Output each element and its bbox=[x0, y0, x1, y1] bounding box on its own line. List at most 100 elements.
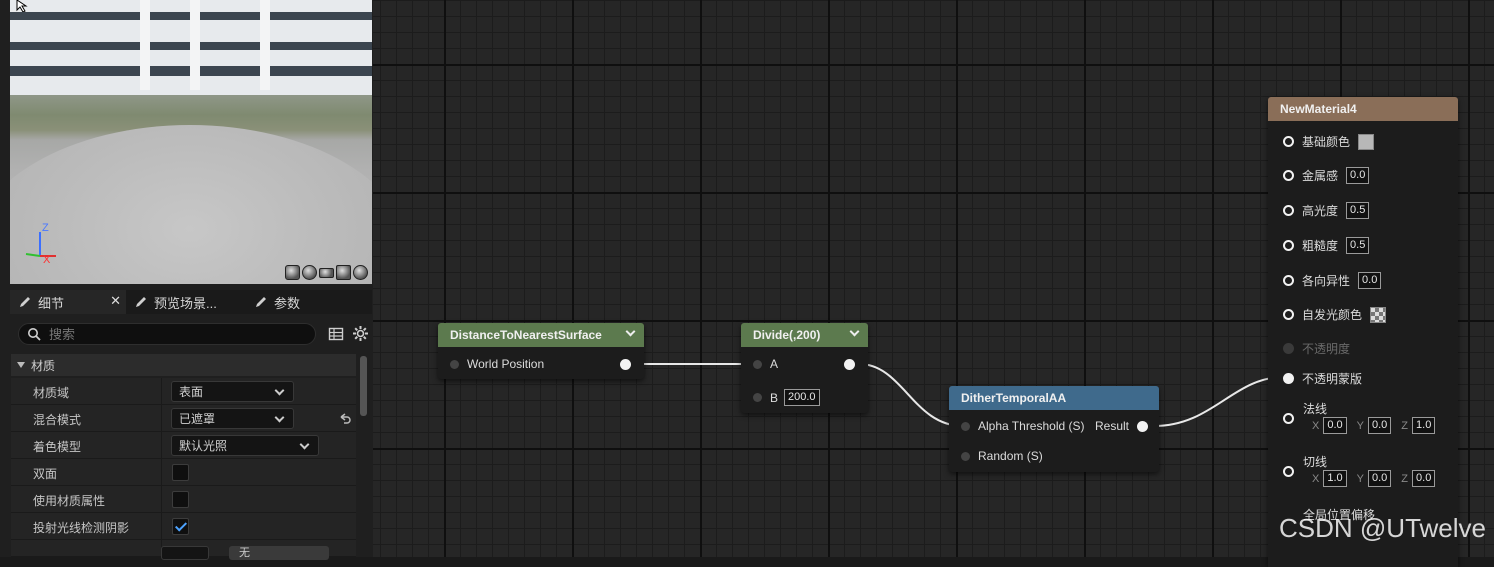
chevron-down-icon bbox=[274, 412, 285, 423]
plane-shape-icon[interactable] bbox=[319, 268, 334, 278]
node-distance-to-nearest-surface[interactable]: DistanceToNearestSurface World Position bbox=[438, 323, 644, 379]
pin-opacity-mask[interactable]: 不透明蒙版 bbox=[1283, 370, 1362, 387]
reset-to-default-icon[interactable] bbox=[338, 412, 352, 426]
pin-a[interactable]: A bbox=[753, 357, 778, 371]
pin-result[interactable]: Result bbox=[1095, 419, 1149, 433]
tab-details[interactable]: 细节 ✕ bbox=[10, 290, 126, 314]
node-material-result[interactable]: NewMaterial4 基础颜色 金属感 0.0 高光度 0.5 粗糙度 0.… bbox=[1268, 97, 1458, 567]
input-pin-icon[interactable] bbox=[1283, 170, 1294, 181]
property-label: 材质域 bbox=[33, 386, 70, 400]
axis-z-label: Z bbox=[1401, 472, 1409, 485]
pin-label: 各向异性 bbox=[1302, 274, 1351, 288]
input-pin-icon[interactable] bbox=[961, 421, 970, 431]
chevron-down-icon bbox=[299, 439, 310, 450]
base-color-swatch[interactable] bbox=[1358, 133, 1375, 150]
tangent-input-pin-icon[interactable] bbox=[1283, 466, 1294, 477]
table-view-icon[interactable] bbox=[328, 326, 344, 342]
roughness-value-field[interactable]: 0.5 bbox=[1346, 237, 1370, 254]
cast-ray-traced-shadows-checkbox[interactable] bbox=[172, 518, 189, 535]
input-pin-icon[interactable] bbox=[1283, 275, 1294, 286]
use-material-attributes-checkbox[interactable] bbox=[172, 491, 189, 508]
normal-y-field[interactable]: 0.0 bbox=[1367, 417, 1392, 434]
specular-value-field[interactable]: 0.5 bbox=[1346, 202, 1370, 219]
node-dither-temporal-aa[interactable]: DitherTemporalAA Alpha Threshold (S) Res… bbox=[949, 386, 1159, 472]
axis-z-label: Z bbox=[1401, 419, 1409, 432]
emissive-color-swatch[interactable] bbox=[1370, 306, 1387, 323]
scrollbar[interactable] bbox=[360, 356, 367, 416]
input-pin-icon[interactable] bbox=[450, 359, 459, 369]
output-pin-icon[interactable] bbox=[1137, 420, 1149, 432]
sphere-shape-icon[interactable] bbox=[302, 265, 317, 280]
pin-b[interactable]: B 200.0 bbox=[753, 389, 820, 406]
pin-label: Random (S) bbox=[978, 449, 1043, 463]
node-divide[interactable]: Divide(,200) A B 200.0 bbox=[741, 323, 868, 413]
teapot-shape-icon[interactable] bbox=[353, 265, 368, 280]
partial-dropdown[interactable]: 无 bbox=[229, 546, 329, 560]
pin-label: 切线 bbox=[1303, 455, 1328, 469]
collapse-triangle-icon bbox=[17, 362, 25, 368]
shading-model-dropdown[interactable]: 默认光照 bbox=[171, 435, 319, 456]
cylinder-shape-icon[interactable] bbox=[285, 265, 300, 280]
axis-y-label: Y bbox=[1356, 472, 1364, 485]
pin-specular[interactable]: 高光度 0.5 bbox=[1283, 202, 1370, 219]
material-domain-dropdown[interactable]: 表面 bbox=[171, 381, 294, 402]
pin-anisotropy[interactable]: 各向异性 0.0 bbox=[1283, 272, 1382, 289]
close-icon[interactable]: ✕ bbox=[110, 293, 121, 309]
pin-roughness[interactable]: 粗糙度 0.5 bbox=[1283, 237, 1370, 254]
material-graph-canvas[interactable]: DistanceToNearestSurface World Position … bbox=[373, 0, 1494, 567]
tab-parameters[interactable]: 参数 bbox=[254, 290, 344, 314]
search-input[interactable] bbox=[47, 325, 297, 343]
pin-label: 金属感 bbox=[1302, 169, 1339, 183]
pin-metallic[interactable]: 金属感 0.0 bbox=[1283, 167, 1370, 184]
input-pin-icon[interactable] bbox=[753, 393, 762, 402]
output-pin-icon[interactable] bbox=[844, 359, 855, 370]
anisotropy-value-field[interactable]: 0.0 bbox=[1358, 272, 1382, 289]
pin-emissive-color[interactable]: 自发光颜色 bbox=[1283, 306, 1387, 323]
node-header: Divide(,200) bbox=[741, 323, 868, 347]
settings-gear-icon[interactable] bbox=[352, 325, 369, 342]
dropdown-value: 已遮罩 bbox=[179, 412, 216, 426]
chevron-down-icon[interactable] bbox=[625, 326, 636, 337]
chevron-down-icon[interactable] bbox=[849, 326, 860, 337]
search-icon bbox=[28, 328, 41, 341]
input-pin-icon[interactable] bbox=[1283, 136, 1294, 147]
property-row-blend-mode: 混合模式 已遮罩 bbox=[11, 405, 356, 432]
input-pin-icon[interactable] bbox=[1283, 309, 1294, 320]
axis-x-label: X bbox=[1312, 419, 1320, 432]
search-box[interactable] bbox=[18, 323, 316, 345]
input-pin-icon[interactable] bbox=[961, 451, 970, 461]
tangent-y-field[interactable]: 0.0 bbox=[1367, 470, 1392, 487]
tab-preview-scene[interactable]: 预览场景... bbox=[134, 290, 244, 314]
property-label: 双面 bbox=[33, 467, 58, 481]
property-row-two-sided: 双面 bbox=[11, 459, 356, 486]
pin-label: World Position bbox=[467, 357, 545, 371]
two-sided-checkbox[interactable] bbox=[172, 464, 189, 481]
pin-label: 不透明蒙版 bbox=[1302, 372, 1363, 386]
pin-base-color[interactable]: 基础颜色 bbox=[1283, 133, 1375, 150]
pin-random[interactable]: Random (S) bbox=[961, 449, 1043, 463]
pin-label: 粗糙度 bbox=[1302, 239, 1339, 253]
property-row-cast-ray-traced-shadows: 投射光线检测阴影 bbox=[11, 513, 356, 540]
cube-shape-icon[interactable] bbox=[336, 265, 351, 280]
material-section-header[interactable]: 材质 bbox=[11, 354, 356, 376]
input-pin-icon[interactable] bbox=[753, 359, 762, 369]
normal-x-field[interactable]: 0.0 bbox=[1323, 417, 1347, 434]
pin-alpha-threshold[interactable]: Alpha Threshold (S) bbox=[961, 419, 1085, 433]
partial-field[interactable] bbox=[161, 546, 209, 560]
output-pin-icon[interactable] bbox=[620, 359, 631, 370]
property-label: 着色模型 bbox=[33, 440, 82, 454]
tangent-z-field[interactable]: 0.0 bbox=[1412, 470, 1436, 487]
input-pin-icon[interactable] bbox=[1283, 205, 1294, 216]
pin-label: 基础颜色 bbox=[1302, 135, 1351, 149]
input-pin-icon[interactable] bbox=[1283, 240, 1294, 251]
normal-input-pin-icon[interactable] bbox=[1283, 413, 1294, 424]
chevron-down-icon bbox=[274, 385, 285, 396]
tangent-x-field[interactable]: 1.0 bbox=[1323, 470, 1347, 487]
pin-world-position[interactable]: World Position bbox=[450, 357, 544, 371]
blend-mode-dropdown[interactable]: 已遮罩 bbox=[171, 408, 294, 429]
input-pin-icon[interactable] bbox=[1283, 373, 1294, 384]
normal-z-field[interactable]: 1.0 bbox=[1412, 417, 1436, 434]
metallic-value-field[interactable]: 0.0 bbox=[1346, 167, 1370, 184]
material-preview-viewport[interactable]: Z X bbox=[10, 0, 372, 284]
b-value-field[interactable]: 200.0 bbox=[784, 389, 820, 406]
